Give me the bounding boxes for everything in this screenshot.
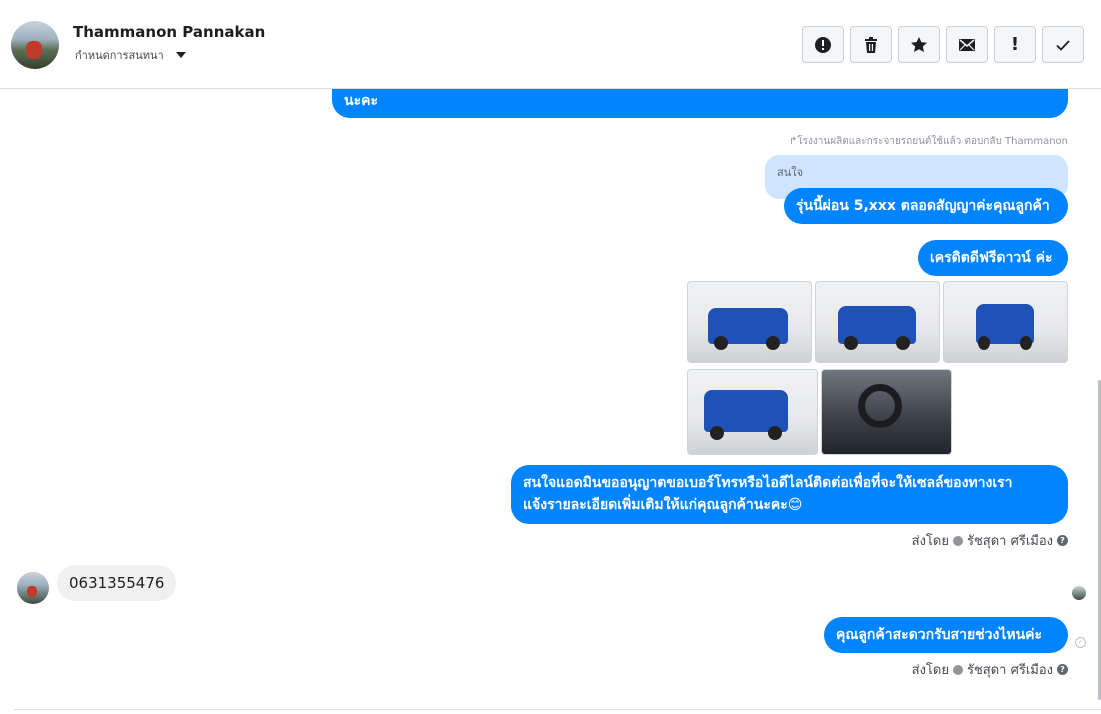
verified-icon bbox=[952, 664, 963, 675]
verified-icon bbox=[952, 535, 963, 546]
conversation-header: Thammanon Pannakan กำหนดการสนทนา ! bbox=[0, 0, 1101, 89]
quoted-text: สนใจ bbox=[777, 166, 804, 179]
outgoing-message[interactable]: คุณลูกค้าสะดวกรับสายช่วงไหนค่ะ bbox=[824, 617, 1068, 653]
message-text: เครดิตดีฟรีดาวน์ ค่ะ bbox=[930, 250, 1053, 266]
star-icon bbox=[911, 36, 927, 52]
message-text-line-1: สนใจแอดมินขออนุญาตขอเบอร์โทรหรือไอดีไลน์… bbox=[523, 475, 1013, 491]
message-thread[interactable]: นะคะ ↱โรงงานผลิตและกระจายรถยนต์ใช้แล้ว ต… bbox=[0, 89, 1101, 709]
contact-name[interactable]: Thammanon Pannakan bbox=[73, 23, 265, 41]
exclamation-icon: ! bbox=[1010, 34, 1020, 55]
sent-by-prefix: ส่งโดย bbox=[911, 534, 949, 549]
mark-done-button[interactable] bbox=[1042, 26, 1084, 63]
caret-down-icon bbox=[175, 52, 186, 58]
contact-avatar[interactable] bbox=[11, 21, 59, 69]
truck-front-photo[interactable] bbox=[815, 281, 940, 363]
read-receipt-avatar bbox=[1072, 586, 1086, 600]
message-text: รุ่นนี้ผ่อน 5,xxx ตลอดสัญญาค่ะคุณลูกค้า bbox=[796, 198, 1050, 214]
help-icon[interactable]: ? bbox=[1057, 664, 1068, 675]
delete-button[interactable] bbox=[850, 26, 892, 63]
outgoing-message[interactable]: นะคะ bbox=[332, 89, 1068, 118]
alert-circle-icon bbox=[815, 36, 831, 53]
reply-meta: ↱โรงงานผลิตและกระจายรถยนต์ใช้แล้ว ตอบกลั… bbox=[788, 136, 1068, 147]
star-button[interactable] bbox=[898, 26, 940, 63]
sender-name[interactable]: รัชสุดา ศรีเมือง bbox=[967, 530, 1053, 551]
sent-by-label: ส่งโดย รัชสุดา ศรีเมือง ? bbox=[912, 659, 1068, 680]
conversation-toolbar: ! bbox=[802, 26, 1084, 63]
assign-label: กำหนดการสนทนา bbox=[75, 49, 164, 62]
composer-divider bbox=[14, 709, 1101, 714]
truck-front-left-photo[interactable] bbox=[687, 281, 812, 363]
sender-name[interactable]: รัชสุดา ศรีเมือง bbox=[967, 659, 1053, 680]
message-text: คุณลูกค้าสะดวกรับสายช่วงไหนค่ะ bbox=[836, 627, 1043, 643]
contact-avatar-small[interactable] bbox=[17, 572, 49, 604]
message-text-line-2: แจ้งรายละเอียดเพิ่มเติมให้แก่คุณลูกค้านะ… bbox=[523, 497, 803, 513]
truck-rear-photo[interactable] bbox=[687, 369, 818, 455]
help-icon[interactable]: ? bbox=[1057, 535, 1068, 546]
sent-by-label: ส่งโดย รัชสุดา ศรีเมือง ? bbox=[912, 530, 1068, 551]
trash-icon bbox=[865, 36, 877, 53]
truck-interior-photo[interactable] bbox=[821, 369, 952, 455]
mark-unread-button[interactable] bbox=[946, 26, 988, 63]
outgoing-message[interactable]: รุ่นนี้ผ่อน 5,xxx ตลอดสัญญาค่ะคุณลูกค้า bbox=[784, 188, 1068, 224]
mark-spam-button[interactable] bbox=[802, 26, 844, 63]
check-icon bbox=[1056, 39, 1070, 51]
follow-up-button[interactable]: ! bbox=[994, 26, 1036, 63]
sent-by-prefix: ส่งโดย bbox=[911, 663, 949, 678]
truck-front-center-photo[interactable] bbox=[943, 281, 1068, 363]
outgoing-message[interactable]: เครดิตดีฟรีดาวน์ ค่ะ bbox=[918, 240, 1068, 276]
incoming-message[interactable]: 0631355476 bbox=[57, 565, 177, 601]
message-text: นะคะ bbox=[344, 93, 378, 109]
assign-conversation-dropdown[interactable]: กำหนดการสนทนา bbox=[75, 46, 186, 64]
delivered-check-icon: ✓ bbox=[1075, 637, 1086, 648]
outgoing-message[interactable]: สนใจแอดมินขออนุญาตขอเบอร์โทรหรือไอดีไลน์… bbox=[511, 465, 1068, 524]
message-text: 0631355476 bbox=[69, 574, 165, 592]
envelope-icon bbox=[959, 38, 975, 51]
